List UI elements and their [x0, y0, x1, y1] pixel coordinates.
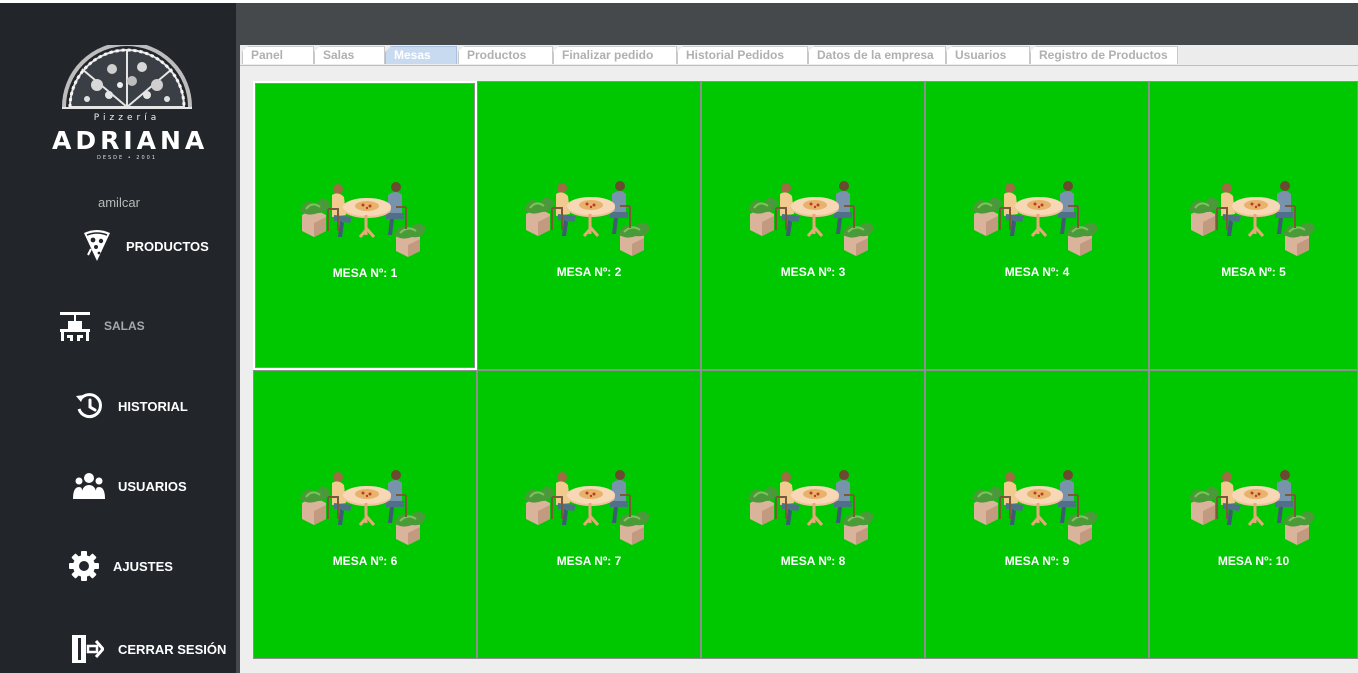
tab-finalizar-pedido[interactable]: Finalizar pedido — [553, 46, 677, 64]
current-username: amilcar — [98, 195, 140, 210]
tab-salas[interactable]: Salas — [314, 46, 385, 64]
mesa-label: MESA Nº: 4 — [1004, 265, 1070, 279]
tab-strip: Panel Salas Mesas Productos Finalizar pe… — [240, 45, 1358, 65]
top-bar — [236, 3, 1358, 45]
tab-mesas[interactable]: Mesas — [385, 46, 457, 64]
mesa-card[interactable]: MESA Nº: 8 — [701, 370, 925, 659]
nav-salas[interactable]: SALAS — [58, 309, 145, 343]
mesa-card[interactable]: MESA Nº: 10 — [1149, 370, 1358, 659]
brand-subtitle: Pizzería — [93, 113, 161, 123]
dining-table-icon — [58, 309, 92, 343]
tab-datos-empresa[interactable]: Datos de la empresa — [808, 46, 946, 64]
mesa-label: MESA Nº: 8 — [780, 554, 846, 568]
nav-productos[interactable]: PRODUCTOS — [80, 229, 209, 263]
nav-label-salas: SALAS — [104, 319, 145, 333]
tab-historial-pedidos[interactable]: Historial Pedidos — [677, 46, 808, 64]
mesa-label: MESA Nº: 6 — [332, 554, 398, 568]
mesa-card[interactable]: MESA Nº: 1 — [253, 81, 477, 370]
mesa-card[interactable]: MESA Nº: 4 — [925, 81, 1149, 370]
nav-cerrar-sesion[interactable]: CERRAR SESIÓN — [70, 632, 226, 666]
mesa-card[interactable]: MESA Nº: 3 — [701, 81, 925, 370]
nav-usuarios[interactable]: USUARIOS — [72, 469, 187, 503]
mesa-label: MESA Nº: 5 — [1221, 265, 1286, 279]
logout-icon — [70, 632, 104, 666]
nav-historial[interactable]: HISTORIAL — [72, 389, 188, 423]
mesa-card[interactable]: MESA Nº: 7 — [477, 370, 701, 659]
sidebar-top-edge — [0, 0, 236, 3]
dining-table-illustration-icon — [748, 467, 878, 545]
gear-icon — [67, 549, 101, 583]
tab-registro-productos[interactable]: Registro de Productos — [1030, 46, 1178, 64]
history-icon — [72, 389, 106, 423]
mesa-label: MESA Nº: 9 — [1004, 554, 1070, 568]
users-icon — [72, 469, 106, 503]
mesa-card[interactable]: MESA Nº: 5 — [1149, 81, 1358, 370]
dining-table-illustration-icon — [524, 178, 654, 256]
mesa-card[interactable]: MESA Nº: 6 — [253, 370, 477, 659]
nav-label-historial: HISTORIAL — [118, 398, 188, 414]
nav-ajustes[interactable]: AJUSTES — [67, 549, 173, 583]
dining-table-illustration-icon — [748, 178, 878, 256]
tab-panel[interactable]: Panel — [242, 46, 314, 64]
tab-productos[interactable]: Productos — [458, 46, 553, 64]
dining-table-illustration-icon — [300, 467, 430, 545]
nav-label-productos: PRODUCTOS — [126, 238, 209, 254]
dining-table-illustration-icon — [972, 467, 1102, 545]
dining-table-illustration-icon — [300, 179, 430, 257]
mesa-label: MESA Nº: 1 — [332, 266, 398, 280]
dining-table-illustration-icon — [1188, 467, 1319, 545]
nav-label-usuarios: USUARIOS — [118, 478, 187, 494]
mesas-panel: MESA Nº: 1 MESA Nº: 2 MESA Nº: 3 MESA Nº… — [240, 65, 1358, 673]
nav-label-cerrar-sesion: CERRAR SESIÓN — [118, 641, 227, 657]
brand-name: ADRIANA — [52, 126, 209, 155]
mesas-grid: MESA Nº: 1 MESA Nº: 2 MESA Nº: 3 MESA Nº… — [253, 81, 1358, 659]
dining-table-illustration-icon — [1188, 178, 1319, 256]
tab-usuarios[interactable]: Usuarios — [946, 46, 1030, 64]
dining-table-illustration-icon — [972, 178, 1102, 256]
brand-since: DESDE • 2001 — [96, 155, 158, 161]
mesa-card[interactable]: MESA Nº: 9 — [925, 370, 1149, 659]
mesa-label: MESA Nº: 10 — [1217, 554, 1290, 568]
sidebar: Pizzería ADRIANA DESDE • 2001 amilcar PR… — [0, 0, 236, 673]
nav-label-ajustes: AJUSTES — [113, 558, 173, 574]
dining-table-illustration-icon — [524, 467, 654, 545]
mesa-label: MESA Nº: 2 — [556, 265, 622, 279]
pizza-slice-icon — [80, 229, 114, 263]
mesa-card[interactable]: MESA Nº: 2 — [477, 81, 701, 370]
mesa-label: MESA Nº: 3 — [780, 265, 846, 279]
mesa-label: MESA Nº: 7 — [556, 554, 622, 568]
